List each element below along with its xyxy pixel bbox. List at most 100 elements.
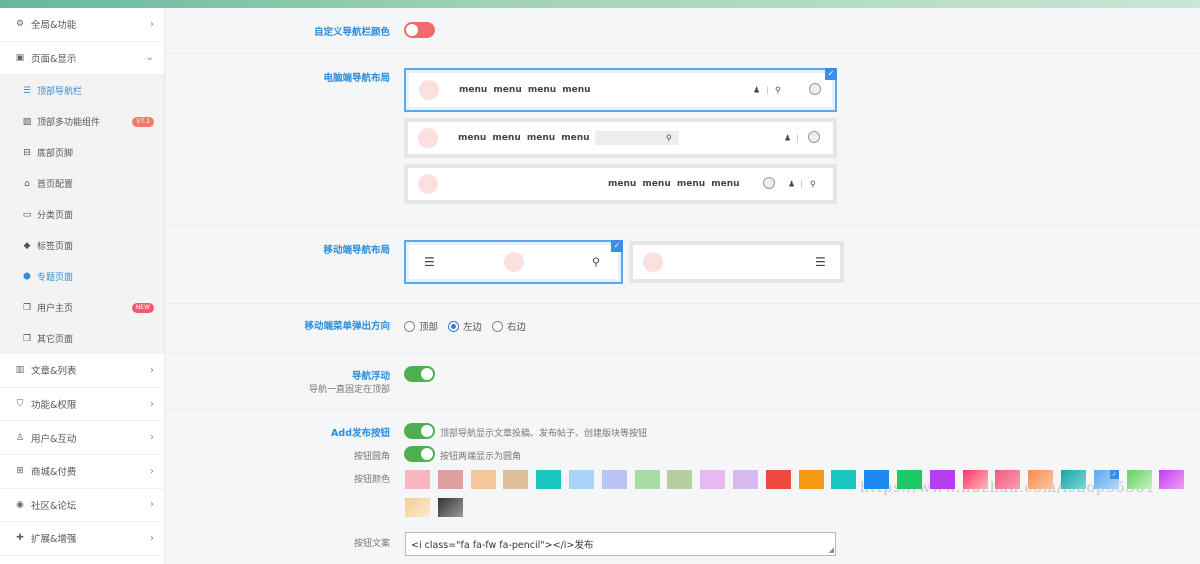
puzzle-icon: ✚ bbox=[16, 533, 24, 544]
cart-icon: ⊞ bbox=[16, 466, 24, 477]
color-swatch[interactable] bbox=[437, 498, 463, 517]
search-icon: ⚲ bbox=[775, 85, 781, 95]
color-swatch[interactable] bbox=[470, 470, 496, 489]
cube-icon: ⬢ bbox=[23, 271, 31, 282]
color-swatch[interactable] bbox=[503, 470, 529, 489]
color-swatch[interactable] bbox=[1093, 470, 1119, 489]
color-swatch[interactable] bbox=[437, 470, 463, 489]
sidebar-item-global[interactable]: ⚙ 全局&功能 › bbox=[0, 8, 164, 42]
version-badge: V7.1 bbox=[132, 116, 154, 127]
sidebar-item-community[interactable]: ◉ 社区&论坛 › bbox=[0, 489, 164, 523]
section-nav-color: 自定义导航栏颜色 bbox=[166, 8, 1200, 54]
menu-icon: ☰ bbox=[22, 85, 32, 96]
chevron-right-icon: › bbox=[150, 465, 154, 477]
sidebar-subitem-user-home[interactable]: ❐ 用户主页 NEW bbox=[0, 292, 164, 324]
tags-icon: ◆ bbox=[23, 240, 31, 251]
pc-layout-option-3[interactable]: menu menu menu menu ♟ | ⚲ bbox=[404, 164, 837, 204]
radio-option-top[interactable]: 顶部 bbox=[404, 319, 438, 333]
color-swatch[interactable] bbox=[405, 470, 430, 489]
nav-float-sublabel: 导航一直固定在顶部 bbox=[308, 385, 390, 395]
color-swatch[interactable] bbox=[405, 498, 430, 517]
sidebar-subitem-footer[interactable]: ⊟ 底部页脚 bbox=[0, 137, 164, 169]
color-swatch[interactable] bbox=[962, 470, 988, 489]
circle-icon bbox=[809, 83, 821, 97]
radio-top[interactable] bbox=[404, 320, 415, 332]
button-round-desc: 按钮两端显示为圆角 bbox=[440, 452, 522, 462]
color-swatch[interactable] bbox=[1159, 470, 1185, 489]
radio-label: 左边 bbox=[463, 322, 483, 333]
radio-option-left[interactable]: 左边 bbox=[448, 319, 482, 333]
nav-color-toggle[interactable] bbox=[404, 22, 435, 38]
mobile-layout-option-2[interactable]: ☰ bbox=[629, 241, 844, 283]
sidebar-item-permissions[interactable]: ⛉ 功能&权限 › bbox=[0, 388, 164, 422]
sidebar-item-label: 用户&互动 bbox=[31, 433, 77, 445]
button-color-label: 按钮颜色 bbox=[353, 475, 390, 485]
check-icon: ✓ bbox=[825, 68, 837, 80]
sidebar-item-label: 商城&付费 bbox=[31, 467, 77, 479]
image-icon: ▨ bbox=[22, 116, 32, 127]
user-icon: ♟ bbox=[788, 179, 796, 189]
color-swatch[interactable] bbox=[864, 470, 890, 489]
calendar-icon: ▣ bbox=[15, 52, 25, 63]
color-swatch[interactable] bbox=[569, 470, 594, 489]
color-swatch[interactable] bbox=[897, 470, 922, 489]
pc-layout-option-1[interactable]: menu menu menu menu ♟ | ⚲ ✓ bbox=[404, 68, 837, 112]
radio-right[interactable] bbox=[492, 320, 504, 332]
menu-direction-label: 移动端菜单弹出方向 bbox=[304, 321, 390, 332]
sidebar-item-label: 功能&权限 bbox=[31, 400, 77, 412]
sidebar-subitem-label: 顶部多功能组件 bbox=[37, 118, 101, 129]
sidebar-item-label: 社区&论坛 bbox=[31, 500, 77, 512]
gear-icon: ⚙ bbox=[15, 19, 25, 30]
color-swatch[interactable] bbox=[700, 470, 726, 489]
nav-float-toggle[interactable] bbox=[404, 366, 435, 382]
sidebar-subitem-home-config[interactable]: ⌂ 首页配置 bbox=[0, 168, 164, 200]
sidebar-item-label: 扩展&增强 bbox=[31, 534, 77, 546]
menu-preview: menu menu menu menu bbox=[608, 179, 740, 189]
color-swatch[interactable] bbox=[765, 470, 791, 489]
section-pc-layout: 电脑端导航布局 menu menu menu menu ♟ | ⚲ ✓ menu… bbox=[166, 54, 1200, 226]
color-swatch[interactable] bbox=[1126, 470, 1152, 489]
sidebar-item-page-display[interactable]: ▣ 页面&显示 ⌄ bbox=[0, 42, 164, 76]
color-swatch[interactable] bbox=[1028, 470, 1054, 489]
radio-option-right[interactable]: 右边 bbox=[492, 319, 526, 333]
hamburger-icon: ☰ bbox=[424, 255, 435, 269]
color-swatch[interactable] bbox=[601, 470, 627, 489]
sidebar-subitem-other-pages[interactable]: ❐ 其它页面 bbox=[0, 323, 164, 355]
color-swatch[interactable] bbox=[995, 470, 1021, 489]
mobile-layout-option-1[interactable]: ☰ ⚲ ✓ bbox=[404, 240, 623, 284]
button-round-toggle[interactable] bbox=[404, 446, 435, 462]
resize-handle-icon[interactable]: ◢ bbox=[829, 546, 834, 554]
color-swatch[interactable] bbox=[733, 470, 758, 489]
button-text-input[interactable]: <i class="fa fa-fw fa-pencil"></i>发布 ◢ bbox=[405, 532, 836, 556]
sidebar-item-shop[interactable]: ⊞ 商城&付费 › bbox=[0, 455, 164, 489]
sidebar-subitem-topics[interactable]: ⬢ 专题页面 bbox=[0, 261, 164, 293]
sidebar-subitem-label: 首页配置 bbox=[37, 180, 74, 191]
color-swatch[interactable] bbox=[1061, 470, 1086, 489]
top-accent-bar bbox=[0, 0, 1200, 8]
sidebar-item-users[interactable]: ♙ 用户&互动 › bbox=[0, 421, 164, 455]
color-swatch[interactable] bbox=[536, 470, 562, 489]
logo-placeholder bbox=[418, 174, 438, 194]
sidebar-subitem-top-nav[interactable]: ☰ 顶部导航栏 bbox=[0, 75, 164, 107]
layout-preview: menu menu menu menu ♟ | ⚲ bbox=[408, 168, 833, 200]
compass-icon: ◉ bbox=[16, 499, 24, 510]
home-icon: ⌂ bbox=[24, 178, 30, 189]
color-swatch[interactable] bbox=[798, 470, 824, 489]
sidebar-subitem-top-widgets[interactable]: ▨ 顶部多功能组件 V7.1 bbox=[0, 106, 164, 138]
sidebar-item-label: 文章&列表 bbox=[31, 366, 77, 378]
publish-button-toggle[interactable] bbox=[404, 423, 435, 439]
sidebar-item-extensions[interactable]: ✚ 扩展&增强 › bbox=[0, 522, 164, 556]
radio-left[interactable] bbox=[448, 320, 460, 332]
section-menu-direction: 移动端菜单弹出方向 顶部 左边 右边 bbox=[166, 304, 1200, 354]
toggle-knob bbox=[421, 368, 433, 380]
sidebar-item-articles[interactable]: ▥ 文章&列表 › bbox=[0, 354, 164, 388]
color-swatch[interactable] bbox=[929, 470, 955, 489]
chevron-right-icon: › bbox=[150, 432, 154, 444]
layout-preview: ☰ ⚲ bbox=[409, 245, 618, 279]
color-swatch[interactable] bbox=[831, 470, 857, 489]
color-swatch[interactable] bbox=[667, 470, 693, 489]
sidebar-subitem-category[interactable]: ▭ 分类页面 bbox=[0, 199, 164, 231]
pc-layout-option-2[interactable]: menu menu menu menu ⚲ ♟ | bbox=[404, 118, 837, 158]
color-swatch[interactable] bbox=[634, 470, 660, 489]
sidebar-subitem-tags[interactable]: ◆ 标签页面 bbox=[0, 230, 164, 262]
